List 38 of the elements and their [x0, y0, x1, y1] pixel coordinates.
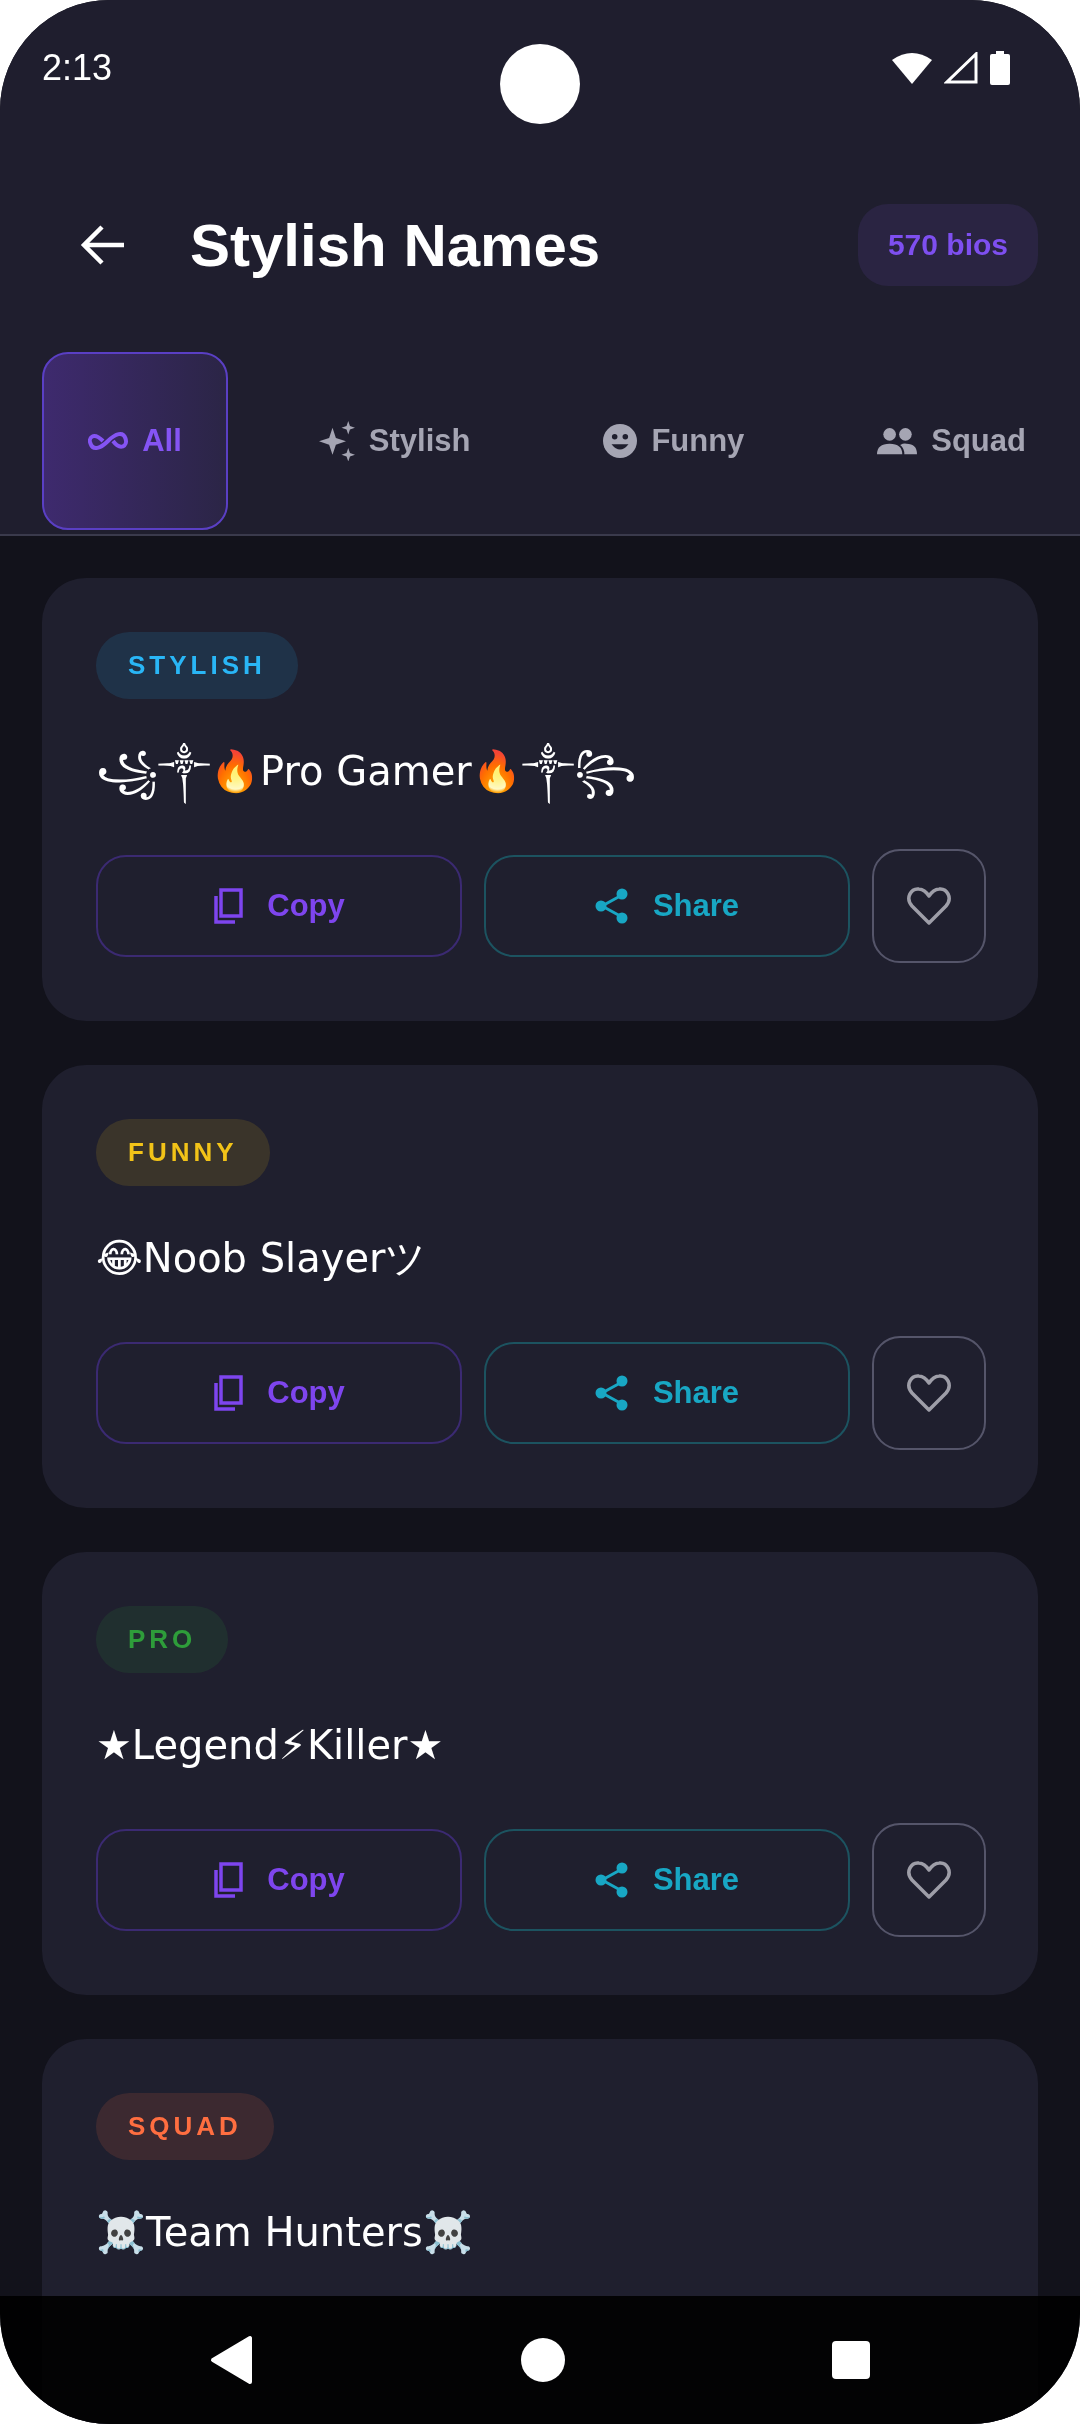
share-button[interactable]: Share [484, 855, 850, 957]
copy-button[interactable]: Copy [96, 1829, 462, 1931]
share-icon [594, 1375, 629, 1411]
copy-button[interactable]: Copy [96, 1342, 462, 1444]
back-arrow-icon[interactable] [80, 225, 126, 265]
share-icon [594, 1862, 629, 1898]
name-text: 😂Noob Slayerツ [96, 1234, 427, 1283]
share-icon [594, 888, 629, 924]
back-nav-icon[interactable] [210, 2335, 254, 2385]
copy-icon [213, 1375, 244, 1411]
category-tag: FUNNY [96, 1119, 270, 1186]
smiley-face-icon [603, 424, 638, 458]
share-button[interactable]: Share [484, 1342, 850, 1444]
filter-tab[interactable]: All [42, 352, 228, 530]
battery-icon [990, 51, 1010, 85]
status-time: 2:13 [42, 47, 113, 89]
people-icon [877, 427, 918, 455]
copy-button[interactable]: Copy [96, 855, 462, 957]
share-button[interactable]: Share [484, 1829, 850, 1931]
filter-tab[interactable]: Funny [561, 352, 787, 530]
name-text: ☠Team Hunters☠ [96, 2208, 473, 2257]
filter-tab[interactable]: Stylish [276, 352, 513, 530]
count-badge: 570 bios [857, 204, 1038, 286]
filter-tab[interactable]: Squad [835, 352, 1068, 530]
category-tag: SQUAD [96, 2093, 274, 2160]
home-nav-icon[interactable] [521, 2338, 565, 2382]
favorite-button[interactable] [872, 1336, 986, 1450]
copy-icon [213, 1862, 244, 1898]
name-text: ★Legend⚡Killer★ [96, 1721, 444, 1770]
sparkles-icon [318, 420, 355, 462]
copy-icon [213, 888, 244, 924]
signal-icon [944, 52, 978, 84]
favorite-button[interactable] [872, 1823, 986, 1937]
category-tag: PRO [96, 1606, 229, 1673]
category-tag: STYLISH [96, 632, 298, 699]
page-title: Stylish Names [190, 210, 601, 280]
favorite-button[interactable] [872, 849, 986, 963]
wifi-icon [892, 52, 932, 84]
